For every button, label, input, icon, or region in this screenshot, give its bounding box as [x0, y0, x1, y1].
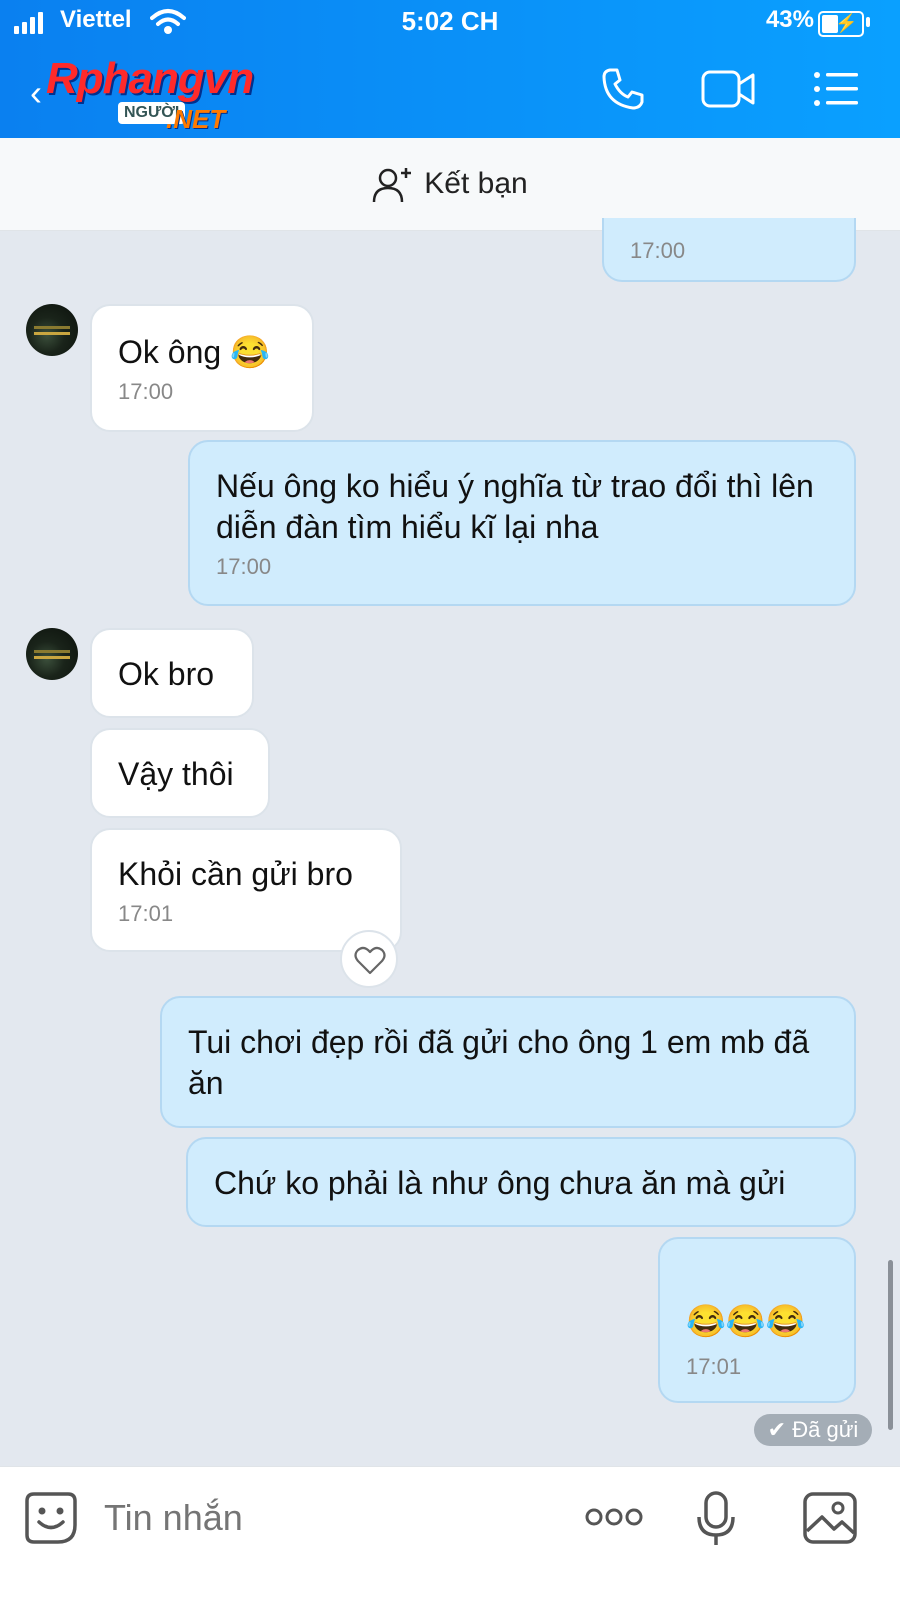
message-time: 17:00 [216, 554, 272, 579]
message-bubble-sent[interactable]: Nếu ông ko hiểu ý nghĩa từ trao đổi thì … [188, 440, 856, 606]
message-text: Nếu ông ko hiểu ý nghĩa từ trao đổi thì … [216, 468, 814, 545]
add-friend-button[interactable]: Kết bạn [0, 166, 900, 204]
sticker-icon[interactable] [24, 1491, 78, 1545]
top-header: Viettel 5:02 CH 43% ⚡ ‹ Rphangvn NGƯỜI .… [0, 0, 900, 138]
message-text: 😂😂😂 [686, 1303, 806, 1339]
message-time: 17:00 [630, 238, 686, 263]
heart-icon [354, 946, 386, 975]
react-heart-button[interactable] [340, 930, 398, 988]
message-bubble-sent[interactable]: Tui chơi đẹp rồi đã gửi cho ông 1 em mb … [160, 996, 856, 1128]
message-bubble-received[interactable]: Vậy thôi [90, 728, 270, 818]
back-icon[interactable]: ‹ [30, 72, 42, 114]
avatar[interactable] [26, 304, 78, 356]
add-friend-label: Kết bạn [424, 166, 528, 200]
message-text: Vậy thôi [118, 756, 234, 792]
message-time: 17:01 [686, 1354, 742, 1379]
composer-bar [0, 1466, 900, 1601]
message-text: Chứ ko phải là như ông chưa ăn mà gửi [214, 1165, 786, 1201]
message-bubble-sent[interactable]: Chứ ko phải là như ông chưa ăn mà gửi [186, 1137, 856, 1227]
scrollbar[interactable] [888, 1260, 893, 1430]
message-time: 17:00 [118, 379, 174, 404]
phone-icon[interactable] [600, 66, 646, 112]
battery-tip [866, 17, 870, 27]
message-text: Ok bro [118, 656, 215, 692]
add-friend-icon [373, 168, 412, 203]
message-bubble-sent[interactable]: 😂😂😂 17:01 [658, 1237, 856, 1403]
message-text: Tui chơi đẹp rồi đã gửi cho ông 1 em mb … [188, 1024, 810, 1101]
message-text: Khỏi cần gửi bro [118, 856, 353, 892]
microphone-icon[interactable] [696, 1491, 736, 1547]
message-bubble-sent[interactable]: 17:00 [602, 218, 856, 282]
more-icon[interactable] [584, 1505, 644, 1529]
sent-status-badge: ✔ Đã gửi [754, 1414, 872, 1446]
battery-percent: 43% [765, 6, 814, 33]
video-call-icon[interactable] [700, 66, 756, 112]
menu-icon[interactable] [812, 66, 860, 112]
status-bar: Viettel 5:02 CH 43% ⚡ [0, 0, 900, 46]
message-input[interactable] [104, 1497, 544, 1539]
battery-icon: ⚡ [818, 11, 864, 37]
image-icon[interactable] [802, 1491, 858, 1545]
watermark-net: .NET [166, 104, 226, 134]
message-bubble-received[interactable]: Ok ông 😂 17:00 [90, 304, 314, 432]
avatar[interactable] [26, 628, 78, 680]
watermark-logo: Rphangvn [46, 54, 254, 103]
message-time: 17:01 [118, 901, 174, 926]
message-bubble-received[interactable]: Ok bro [90, 628, 254, 718]
message-text: Ok ông 😂 [118, 334, 270, 370]
